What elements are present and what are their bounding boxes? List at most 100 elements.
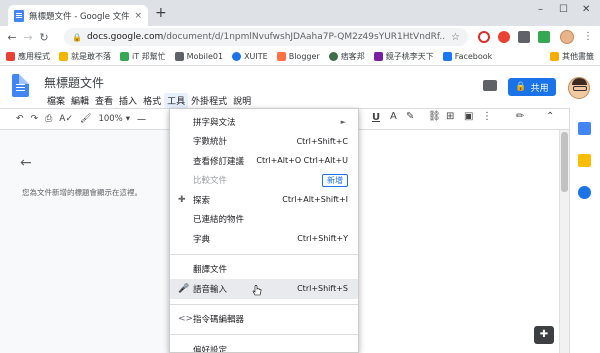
other-bookmarks[interactable]: 其他書籤 — [550, 51, 594, 62]
add-comment-icon[interactable]: ⊞ — [446, 111, 454, 122]
menu-tools[interactable]: 工具 — [164, 93, 189, 108]
collapse-icon[interactable]: ⌃ — [546, 111, 554, 122]
code-icon: <> — [178, 314, 194, 325]
extension-icon[interactable] — [518, 31, 530, 43]
side-panel — [569, 108, 600, 353]
close-outline-icon[interactable]: ← — [20, 155, 32, 171]
menu-item-word-count[interactable]: 字數統計 Ctrl+Shift+C — [170, 132, 358, 152]
docs-logo-icon[interactable] — [12, 74, 29, 97]
bookmarks-bar: 應用程式 就是敢不落 iT 邦幫忙 Mobile01 XUITE Blogger… — [0, 48, 600, 66]
apps-grid-icon — [6, 52, 15, 61]
redo-icon[interactable]: ↷ — [31, 114, 39, 124]
browser-toolbar: ← → ↻ 🔒 docs.google.com/document/d/1npml… — [0, 26, 600, 48]
close-window-button[interactable]: ✕ — [582, 4, 590, 15]
browser-menu-icon[interactable]: ⋮ — [583, 31, 593, 42]
highlight-icon[interactable]: ✎ — [406, 111, 414, 122]
tab-close-icon[interactable]: × — [134, 11, 142, 21]
hand-cursor-icon — [252, 285, 262, 296]
menu-item-linked-objects[interactable]: 已連結的物件 — [170, 210, 358, 230]
tab-strip: 無標題文件 - Google 文件 × + – ☐ ✕ — [0, 0, 600, 26]
bookmark-icon — [232, 52, 242, 61]
bookmark-icon — [373, 52, 383, 61]
forward-icon[interactable]: → — [20, 31, 36, 44]
extension-icon[interactable] — [498, 31, 510, 43]
menu-item-review-suggestions[interactable]: 查看修訂建議 Ctrl+Alt+O Ctrl+Alt+U — [170, 151, 358, 171]
link-icon[interactable]: ⛓ — [428, 111, 441, 122]
menu-format[interactable]: 格式 — [140, 93, 164, 108]
profile-avatar[interactable] — [560, 30, 574, 44]
docs-favicon-icon — [14, 9, 24, 22]
menu-help[interactable]: 說明 — [230, 93, 254, 108]
outline-hint: 您為文件新增的標題會顯示在這裡。 — [22, 188, 142, 197]
paint-format-icon[interactable]: 🖌 — [80, 114, 91, 124]
scrollbar-thumb[interactable] — [561, 132, 568, 192]
insert-image-icon[interactable]: ▣ — [464, 111, 473, 122]
menu-item-dictionary[interactable]: 字典 Ctrl+Shift+Y — [170, 229, 358, 249]
spellcheck-icon[interactable]: A✓ — [59, 114, 73, 124]
menu-divider — [170, 303, 358, 305]
menu-item-voice-typing[interactable]: 🎤 語音輸入 Ctrl+Shift+S — [170, 279, 358, 299]
document-title[interactable]: 無標題文件 — [44, 74, 104, 91]
new-badge: 新增 — [322, 173, 348, 187]
back-icon[interactable]: ← — [4, 31, 20, 44]
bookmark-item[interactable]: iT 邦幫忙 — [120, 51, 166, 62]
tools-menu: 拼字與文法 ► 字數統計 Ctrl+Shift+C 查看修訂建議 Ctrl+Al… — [169, 108, 359, 353]
keep-icon[interactable] — [578, 154, 591, 167]
docs-header: 無標題文件 檔案 編輯 查看 插入 格式 工具 外掛程式 說明 🔒 共用 — [0, 66, 600, 108]
lock-icon: 🔒 — [72, 32, 82, 42]
undo-icon[interactable]: ↶ — [16, 114, 24, 124]
blogger-icon — [276, 52, 286, 61]
menu-item-script-editor[interactable]: <> 指令碼編輯器 — [170, 310, 358, 330]
underline-icon[interactable]: U — [372, 112, 380, 123]
bookmark-item[interactable]: 應用程式 — [6, 51, 50, 62]
print-icon[interactable]: ⎙ — [45, 114, 52, 124]
text-color-icon[interactable]: A — [390, 111, 397, 122]
explore-icon[interactable]: ✚ — [534, 326, 554, 344]
folder-icon — [550, 52, 559, 61]
more-icon[interactable]: ⋮ — [482, 111, 492, 122]
url-text: docs.google.com/document/d/1npmlNvufwshJ… — [86, 32, 447, 42]
tab-title: 無標題文件 - Google 文件 — [29, 11, 130, 22]
menu-bar: 檔案 編輯 查看 插入 格式 工具 外掛程式 說明 — [44, 93, 254, 108]
bookmark-item[interactable]: 鏡子桃李天下 — [373, 51, 434, 62]
zoom-select[interactable]: 100% ▾ — [98, 114, 130, 124]
minimize-button[interactable]: – — [538, 4, 543, 15]
styles-select[interactable]: 一 — [137, 113, 146, 126]
browser-tab[interactable]: 無標題文件 - Google 文件 × — [8, 5, 148, 26]
menu-item-preferences[interactable]: 偏好設定 — [170, 340, 358, 352]
editing-mode-icon[interactable]: ✏ — [516, 111, 524, 122]
extension-icon[interactable] — [478, 31, 490, 43]
extension-icon[interactable] — [538, 31, 550, 43]
scrollbar[interactable] — [560, 130, 569, 353]
submenu-arrow-icon: ► — [340, 117, 346, 126]
bookmark-star-icon[interactable]: ☆ — [451, 32, 460, 43]
menu-edit[interactable]: 編輯 — [68, 93, 92, 108]
menu-divider — [170, 334, 358, 335]
bookmark-item[interactable]: Blogger — [276, 52, 320, 61]
menu-addons[interactable]: 外掛程式 — [188, 93, 230, 108]
microphone-icon: 🎤 — [178, 283, 190, 294]
bookmark-item[interactable]: Facebook — [442, 52, 492, 61]
new-tab-button[interactable]: + — [155, 6, 167, 20]
comment-history-icon[interactable] — [483, 80, 497, 91]
bookmark-icon — [328, 52, 338, 61]
bookmark-item[interactable]: 就是敢不落 — [59, 51, 111, 62]
reload-icon[interactable]: ↻ — [36, 31, 52, 44]
share-button[interactable]: 🔒 共用 — [508, 78, 556, 96]
bookmark-item[interactable]: Mobile01 — [174, 52, 223, 61]
calendar-icon[interactable] — [578, 122, 591, 135]
menu-item-explore[interactable]: ✚ 探索 Ctrl+Alt+Shift+I — [170, 190, 358, 210]
bookmark-item[interactable]: XUITE — [232, 52, 268, 61]
maximize-button[interactable]: ☐ — [559, 4, 568, 15]
bookmark-item[interactable]: 痞客邦 — [328, 51, 365, 62]
menu-divider — [170, 253, 358, 255]
chevron-down-icon: ▾ — [125, 114, 131, 124]
menu-item-translate-document[interactable]: 翻譯文件 — [170, 260, 358, 280]
address-bar[interactable]: 🔒 docs.google.com/document/d/1npmlNvufws… — [64, 28, 468, 46]
tasks-icon[interactable] — [578, 186, 591, 199]
account-avatar[interactable] — [568, 77, 590, 99]
menu-file[interactable]: 檔案 — [44, 93, 68, 108]
menu-item-spelling[interactable]: 拼字與文法 ► — [170, 112, 358, 132]
menu-insert[interactable]: 插入 — [116, 93, 140, 108]
menu-view[interactable]: 查看 — [92, 93, 116, 108]
